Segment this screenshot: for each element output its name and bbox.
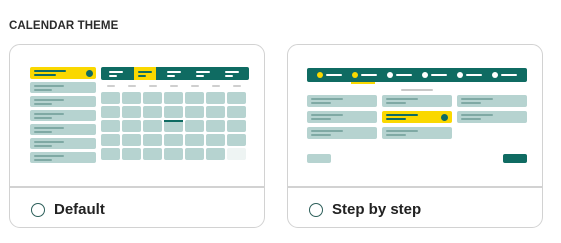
- calendar-cell: [185, 92, 204, 104]
- calendar-cell: [143, 92, 162, 104]
- calendar-cell: [164, 106, 183, 118]
- check-circle-icon: [441, 113, 448, 121]
- theme-option-step-by-step[interactable]: Step by step: [287, 44, 543, 228]
- calendar-cell: [185, 148, 204, 160]
- preview-week-header: [101, 67, 249, 80]
- preview-selected-tile: [382, 111, 452, 123]
- section-title: CALENDAR THEME: [9, 20, 119, 32]
- calendar-cell: [227, 120, 246, 132]
- option-label: Step by step: [332, 201, 422, 218]
- calendar-cell: [143, 148, 162, 160]
- calendar-cell: [164, 120, 183, 132]
- option-label: Default: [54, 201, 105, 218]
- calendar-cell: [101, 106, 120, 118]
- stepper-theme-preview: [288, 45, 542, 185]
- calendar-cell: [122, 148, 141, 160]
- calendar-cell: [227, 92, 246, 104]
- calendar-cell: [206, 106, 225, 118]
- calendar-cell: [101, 134, 120, 146]
- preview-next-button: [503, 154, 527, 163]
- calendar-cell: [164, 134, 183, 146]
- calendar-cell: [122, 92, 141, 104]
- calendar-cell: [206, 148, 225, 160]
- calendar-cell: [206, 92, 225, 104]
- calendar-cell: [185, 120, 204, 132]
- preview-calendar-grid: [101, 92, 251, 167]
- radio-unchecked-icon[interactable]: [31, 202, 45, 217]
- calendar-cell: [206, 134, 225, 146]
- preview-selected-item: [30, 67, 96, 79]
- card-divider: [10, 186, 264, 188]
- today-marker: [164, 120, 183, 122]
- calendar-cell: [206, 120, 225, 132]
- calendar-cell: [227, 148, 246, 160]
- calendar-cell: [227, 134, 246, 146]
- calendar-cell: [122, 134, 141, 146]
- calendar-cell: [122, 106, 141, 118]
- radio-row[interactable]: Default: [31, 201, 105, 218]
- check-circle-icon: [86, 69, 93, 77]
- calendar-cell: [101, 92, 120, 104]
- preview-stepper-bar: [307, 68, 527, 82]
- calendar-cell: [143, 134, 162, 146]
- default-theme-preview: [10, 45, 264, 185]
- calendar-cell: [143, 120, 162, 132]
- calendar-cell: [164, 92, 183, 104]
- calendar-cell: [185, 134, 204, 146]
- radio-row[interactable]: Step by step: [309, 201, 421, 218]
- calendar-cell: [227, 106, 246, 118]
- preview-back-button: [307, 154, 331, 163]
- calendar-cell: [101, 120, 120, 132]
- calendar-cell: [164, 148, 183, 160]
- calendar-cell: [101, 148, 120, 160]
- calendar-cell: [185, 106, 204, 118]
- theme-option-default[interactable]: Default: [9, 44, 265, 228]
- card-divider: [288, 186, 542, 188]
- radio-unchecked-icon[interactable]: [309, 202, 323, 217]
- calendar-cell: [122, 120, 141, 132]
- calendar-cell: [143, 106, 162, 118]
